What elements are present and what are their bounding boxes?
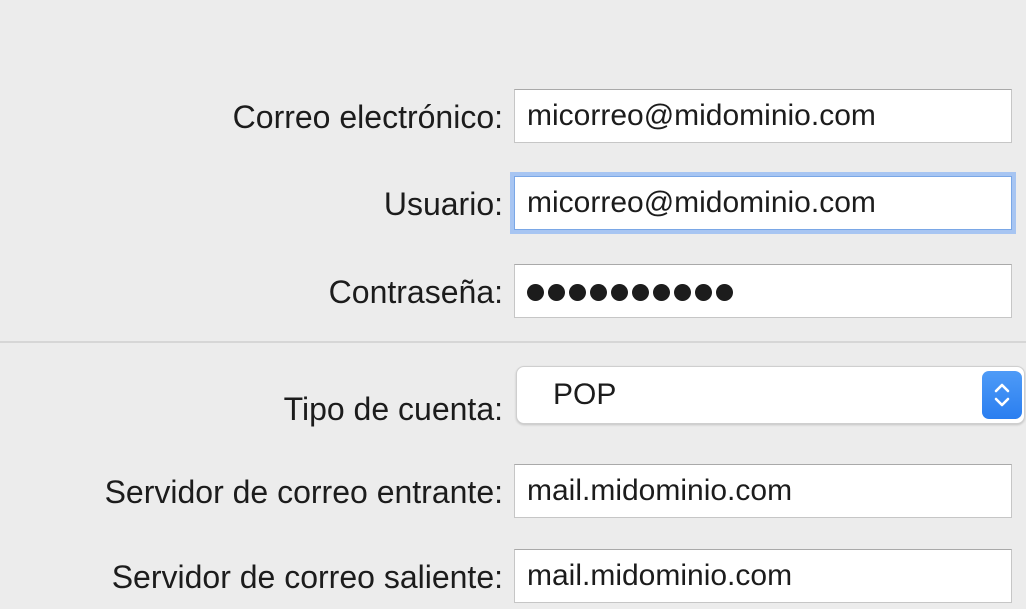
chevron-up-down-icon[interactable] (982, 371, 1022, 419)
incoming-server-field[interactable] (514, 464, 1012, 518)
outgoing-server-field[interactable] (514, 549, 1012, 603)
user-field[interactable] (514, 176, 1012, 230)
account-type-label: Tipo de cuenta: (283, 391, 503, 427)
password-label: Contraseña: (328, 274, 503, 310)
email-label: Correo electrónico: (232, 99, 503, 135)
incoming-server-label: Servidor de correo entrante: (104, 474, 503, 510)
outgoing-server-label: Servidor de correo saliente: (111, 559, 503, 595)
email-field[interactable] (514, 89, 1012, 143)
account-type-select[interactable]: POP (516, 366, 1025, 424)
password-field[interactable] (514, 264, 1012, 318)
section-divider (0, 341, 1026, 343)
user-label: Usuario: (383, 186, 503, 222)
account-type-value: POP (553, 378, 617, 411)
